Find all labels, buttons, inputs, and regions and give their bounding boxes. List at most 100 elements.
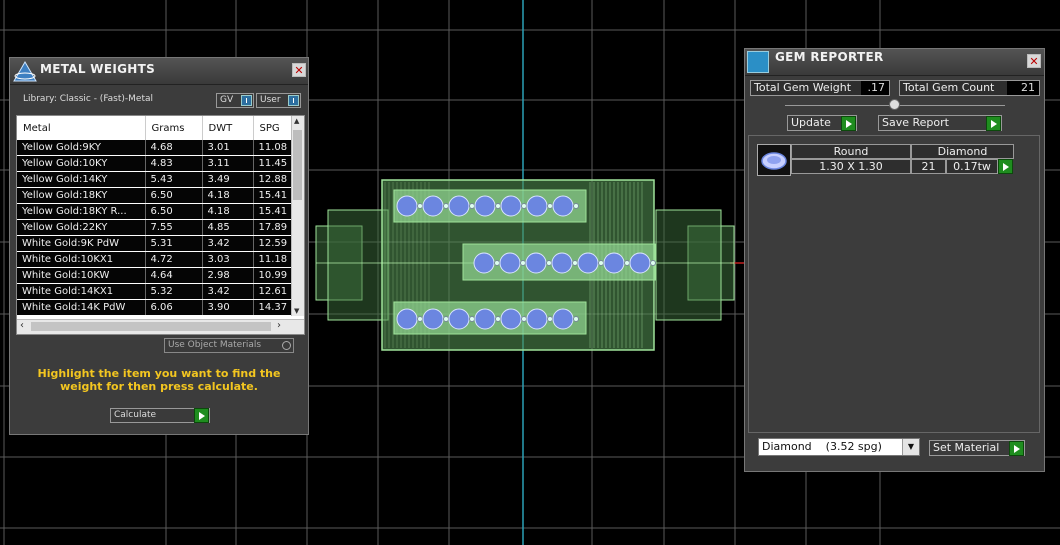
chevron-down-icon[interactable]: ▼: [902, 439, 919, 455]
table-cell: Yellow Gold:18KY R...: [17, 203, 146, 220]
use-object-materials-toggle[interactable]: Use Object Materials: [164, 338, 294, 353]
total-gem-count-value: 21: [1007, 81, 1039, 95]
gem-reporter-titlebar[interactable]: GEM REPORTER ✕: [745, 49, 1044, 76]
table-cell: 3.01: [202, 140, 254, 156]
round-gem: [500, 308, 522, 330]
round-gem: [448, 308, 470, 330]
table-cell: 15.41: [253, 187, 293, 204]
table-row[interactable]: Yellow Gold:18KY R... 6.50 4.18 15.41: [17, 203, 293, 220]
table-row[interactable]: Yellow Gold:9KY 4.68 3.01 11.08: [17, 140, 293, 156]
round-gem: [551, 252, 573, 274]
table-cell: 5.43: [145, 171, 203, 188]
gem-row-arrow-icon[interactable]: [998, 159, 1013, 174]
column-header-dwt[interactable]: DWT: [202, 116, 254, 140]
table-row[interactable]: Yellow Gold:18KY 6.50 4.18 15.41: [17, 187, 293, 204]
table-cell: 15.41: [253, 203, 293, 220]
metal-table[interactable]: Metal Grams DWT SPG Yellow Gold:9KY 4.68 3.01…: [16, 115, 305, 335]
save-report-button[interactable]: Save Report: [878, 115, 1002, 131]
table-cell: 11.08: [253, 140, 293, 156]
material-select[interactable]: Diamond (3.52 spg) ▼: [758, 438, 920, 456]
gem-list[interactable]: Round Diamond 1.30 X 1.30 21 0.17tw: [748, 135, 1040, 433]
prong: [495, 316, 501, 322]
table-row[interactable]: Yellow Gold:14KY 5.43 3.49 12.88: [17, 171, 293, 188]
table-row[interactable]: White Gold:10KW 4.64 2.98 10.99: [17, 267, 293, 284]
prong: [417, 203, 423, 209]
table-cell: 4.72: [145, 251, 203, 268]
material-select-value: Diamond (3.52 spg): [762, 440, 882, 453]
column-header-grams[interactable]: Grams: [145, 116, 203, 140]
table-cell: 4.85: [202, 219, 254, 236]
gem-shape-header: Round: [791, 144, 911, 159]
table-row[interactable]: Yellow Gold:22KY 7.55 4.85 17.89: [17, 219, 293, 236]
prong: [650, 260, 656, 266]
table-cell: 10.99: [253, 267, 293, 284]
scroll-down-icon[interactable]: ▼: [294, 307, 299, 315]
table-cell: 5.31: [145, 235, 203, 252]
metal-table-hscroll[interactable]: ‹ ›: [17, 319, 304, 334]
prong: [573, 203, 579, 209]
update-button[interactable]: Update: [787, 115, 857, 131]
table-cell: 3.49: [202, 171, 254, 188]
metal-weights-titlebar[interactable]: METAL WEIGHTS ✕: [10, 58, 308, 85]
table-row[interactable]: White Gold:14K PdW 6.06 3.90 14.37: [17, 299, 293, 316]
calculate-button[interactable]: Calculate: [110, 408, 210, 423]
play-arrow-icon[interactable]: [841, 116, 856, 131]
round-gem: [526, 308, 548, 330]
table-row[interactable]: Yellow Gold:10KY 4.83 3.11 11.45: [17, 155, 293, 172]
play-arrow-icon[interactable]: [1009, 441, 1024, 456]
table-cell: 7.55: [145, 219, 203, 236]
table-cell: 3.42: [202, 235, 254, 252]
panel-splitter-handle[interactable]: [889, 99, 900, 110]
table-cell: 4.83: [145, 155, 203, 172]
table-cell: Yellow Gold:14KY: [17, 171, 146, 188]
metal-table-vscroll[interactable]: ▲ ▼: [291, 116, 304, 316]
user-indicator-icon: [288, 95, 299, 106]
radio-icon: [282, 341, 291, 350]
prong: [547, 203, 553, 209]
prong: [443, 203, 449, 209]
gem-weight: 0.17tw: [946, 159, 998, 174]
table-row[interactable]: White Gold:9K PdW 5.31 3.42 12.59: [17, 235, 293, 252]
metal-weights-title: METAL WEIGHTS: [40, 62, 156, 76]
round-gem: [526, 195, 548, 217]
gem-reporter-close-icon[interactable]: ✕: [1027, 54, 1041, 68]
scroll-left-icon[interactable]: ‹: [20, 320, 24, 331]
library-label: Library: Classic - (Fast)-Metal: [23, 94, 154, 104]
calculate-label: Calculate: [114, 410, 157, 420]
column-header-spg[interactable]: SPG: [253, 116, 293, 140]
prong: [417, 316, 423, 322]
column-header-metal[interactable]: Metal: [17, 116, 146, 140]
set-material-button[interactable]: Set Material: [929, 440, 1025, 456]
table-cell: White Gold:10KW: [17, 267, 146, 284]
hscroll-thumb[interactable]: [31, 322, 271, 331]
table-row[interactable]: White Gold:14KX1 5.32 3.42 12.61: [17, 283, 293, 300]
scroll-right-icon[interactable]: ›: [277, 320, 281, 331]
gem-reporter-panel: GEM REPORTER ✕ Total Gem Weight .17 Tota…: [744, 48, 1045, 472]
prong: [521, 316, 527, 322]
play-arrow-icon[interactable]: [194, 408, 209, 423]
round-gem: [422, 308, 444, 330]
round-gem: [552, 308, 574, 330]
table-cell: White Gold:9K PdW: [17, 235, 146, 252]
metal-weights-close-icon[interactable]: ✕: [292, 63, 306, 77]
table-cell: 3.90: [202, 299, 254, 316]
gv-toggle[interactable]: GV: [216, 93, 254, 108]
gem-reporter-title: GEM REPORTER: [775, 50, 884, 64]
table-cell: Yellow Gold:22KY: [17, 219, 146, 236]
user-toggle[interactable]: User: [256, 93, 301, 108]
scroll-up-icon[interactable]: ▲: [294, 117, 299, 125]
table-cell: 5.32: [145, 283, 203, 300]
table-cell: 11.45: [253, 155, 293, 172]
table-cell: White Gold:14KX1: [17, 283, 146, 300]
prong: [572, 260, 578, 266]
round-gem: [577, 252, 599, 274]
table-cell: 6.50: [145, 203, 203, 220]
play-arrow-icon[interactable]: [986, 116, 1001, 131]
vscroll-thumb[interactable]: [293, 130, 302, 200]
round-gem: [474, 308, 496, 330]
total-gem-count-label: Total Gem Count: [903, 81, 995, 94]
instruction-hint: Highlight the item you want to find the …: [37, 367, 281, 393]
total-gem-weight-value: .17: [861, 81, 889, 95]
table-cell: 3.11: [202, 155, 254, 172]
table-row[interactable]: White Gold:10KX1 4.72 3.03 11.18: [17, 251, 293, 268]
